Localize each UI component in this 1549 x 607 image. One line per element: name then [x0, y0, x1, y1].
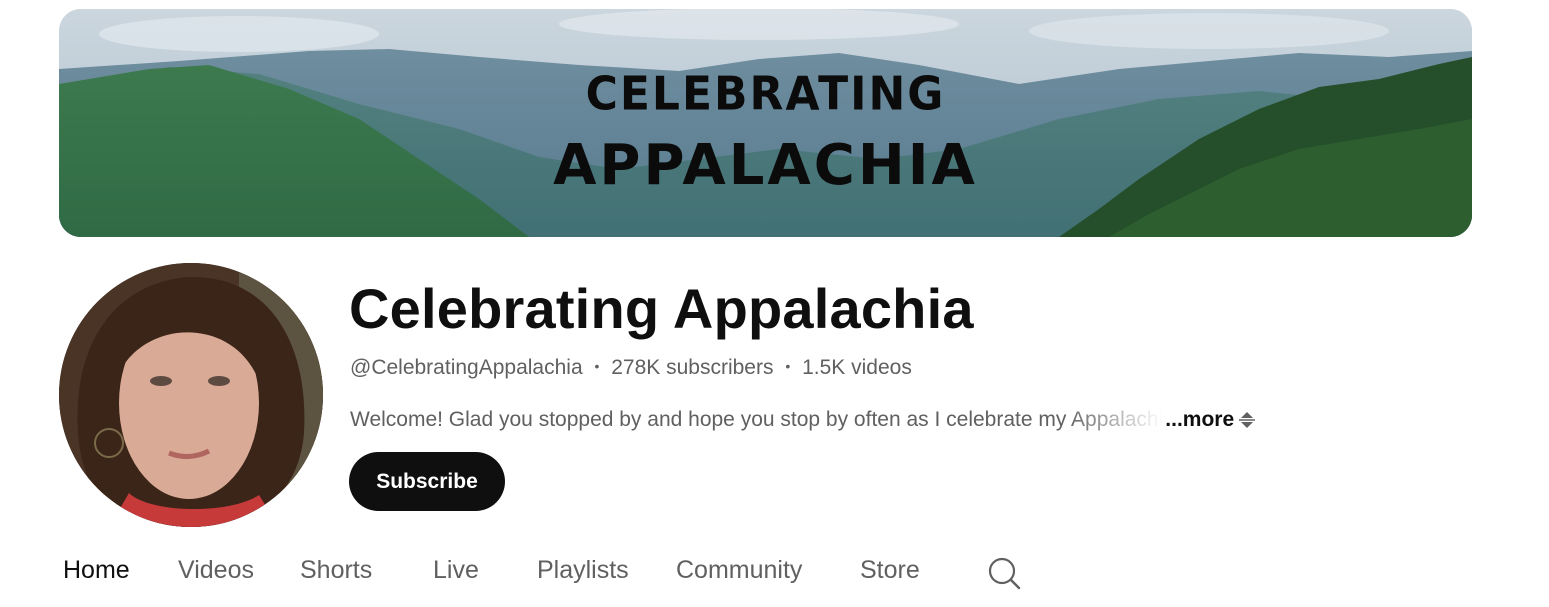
channel-banner: CELEBRATING APPALACHIA — [59, 9, 1472, 237]
tab-shorts[interactable]: Shorts — [300, 556, 372, 585]
tab-community[interactable]: Community — [676, 556, 802, 585]
channel-tabs: Home Videos Shorts Live Playlists Commun… — [0, 556, 1549, 596]
tab-videos[interactable]: Videos — [178, 556, 254, 585]
banner-title-line-1: CELEBRATING — [585, 67, 946, 122]
more-button[interactable]: ...more — [1165, 408, 1256, 432]
video-count: 1.5K videos — [802, 356, 912, 379]
tab-store[interactable]: Store — [860, 556, 920, 585]
channel-handle[interactable]: @CelebratingAppalachia — [350, 356, 583, 379]
channel-name: Celebrating Appalachia — [349, 277, 974, 340]
description-text: Welcome! Glad you stopped by and hope yo… — [350, 408, 1164, 431]
channel-page: CELEBRATING APPALACHIA Celebrating Appal… — [0, 0, 1549, 607]
subscribe-button[interactable]: Subscribe — [349, 452, 505, 511]
tab-live[interactable]: Live — [433, 556, 479, 585]
channel-avatar[interactable] — [59, 263, 323, 527]
channel-description[interactable]: Welcome! Glad you stopped by and hope yo… — [350, 405, 1256, 435]
search-icon — [988, 557, 1021, 590]
banner-title-line-2: APPALACHIA — [553, 133, 978, 198]
tab-home[interactable]: Home — [63, 556, 130, 585]
tab-playlists[interactable]: Playlists — [537, 556, 629, 585]
tab-search[interactable] — [986, 555, 1022, 591]
banner-mountains-image — [59, 9, 1472, 237]
more-label: ...more — [1165, 408, 1235, 431]
channel-meta: @CelebratingAppalachia • 278K subscriber… — [350, 356, 912, 380]
meta-separator: • — [785, 358, 791, 374]
avatar-photo — [59, 263, 323, 527]
expand-caret-icon — [1239, 412, 1256, 428]
subscriber-count: 278K subscribers — [611, 356, 774, 379]
meta-separator: • — [594, 358, 600, 374]
